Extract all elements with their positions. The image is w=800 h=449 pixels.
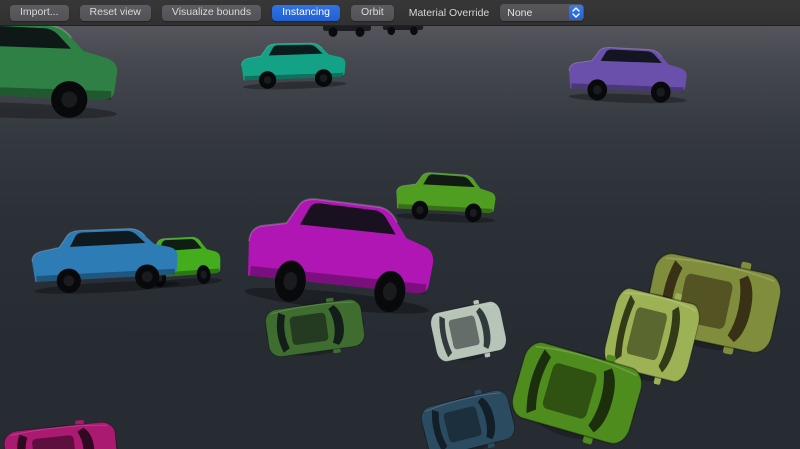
material-override-dropdown[interactable]: None — [500, 4, 584, 21]
import-button[interactable]: Import... — [10, 5, 69, 21]
car-teal-top — [237, 36, 351, 92]
viewport-3d-canvas[interactable] — [0, 26, 800, 449]
chevron-up-down-icon — [569, 5, 583, 20]
material-override-label: Material Override — [409, 7, 490, 19]
car-magenta-bottomleft — [0, 415, 123, 449]
car-darkblue-bottom — [415, 382, 521, 449]
car-blue-left — [25, 218, 186, 298]
orbit-button[interactable]: Orbit — [351, 5, 394, 21]
dropdown-selected-value: None — [500, 7, 569, 19]
car-green-closeup — [0, 26, 129, 124]
instancing-button[interactable]: Instancing — [272, 5, 340, 21]
visualize-bounds-button[interactable]: Visualize bounds — [162, 5, 261, 21]
reset-view-button[interactable]: Reset view — [80, 5, 151, 21]
car-purple-topright — [564, 40, 693, 106]
car-white-small — [425, 294, 511, 369]
car-underbody-right — [382, 26, 424, 36]
toolbar: Import... Reset view Visualize bounds In… — [0, 0, 800, 26]
model-viewer-window: Import... Reset view Visualize bounds In… — [0, 0, 800, 449]
